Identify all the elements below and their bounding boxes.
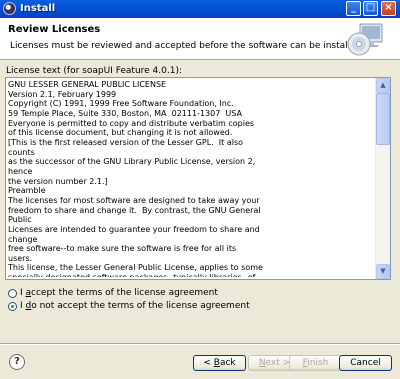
close-button[interactable]: × xyxy=(381,1,396,16)
license-line: as the successor of the GNU Library Publ… xyxy=(8,157,256,167)
help-icon[interactable]: ? xyxy=(9,354,25,370)
scroll-down-icon[interactable]: ▼ xyxy=(376,264,390,279)
accept-license-label[interactable]: I accept the terms of the license agreem… xyxy=(20,288,218,298)
license-line: Preamble xyxy=(8,186,46,196)
license-line: free software--to make sure the software… xyxy=(8,244,237,254)
maximize-button[interactable]: □ xyxy=(363,1,378,16)
license-line: Public xyxy=(8,215,32,225)
window-title: Install xyxy=(20,3,56,14)
cancel-button[interactable]: Cancel xyxy=(339,355,392,371)
license-text: GNU LESSER GENERAL PUBLIC LICENSE Version… xyxy=(8,80,373,277)
page-description: Licenses must be reviewed and accepted b… xyxy=(10,41,365,51)
license-line: of this license document, but changing i… xyxy=(8,128,233,138)
license-line: Licenses are intended to guarantee your … xyxy=(8,224,260,234)
license-line: The licenses for most software are desig… xyxy=(8,195,260,205)
license-line: hence xyxy=(8,166,33,176)
license-label: License text (for soapUI Feature 4.0.1): xyxy=(6,66,183,76)
eclipse-icon xyxy=(3,2,16,15)
license-line: This license, the Lesser General Public … xyxy=(8,263,263,273)
install-cd-icon xyxy=(347,23,383,56)
title-bar: Install _ □ × xyxy=(0,0,400,18)
radio-button-icon[interactable] xyxy=(8,302,17,311)
separator xyxy=(0,343,400,345)
license-line: 59 Temple Place, Suite 330, Boston, MA 0… xyxy=(8,108,242,118)
license-line: specially designated software packages--… xyxy=(8,273,373,277)
back-button[interactable]: < Back xyxy=(193,355,246,371)
license-line: Everyone is permitted to copy and distri… xyxy=(8,118,255,128)
license-line: [This is the first released version of t… xyxy=(8,137,244,147)
license-line: the version number 2.1.] xyxy=(8,176,108,186)
wizard-header: Review Licenses Licenses must be reviewe… xyxy=(0,18,400,60)
vertical-scrollbar[interactable]: ▲ ▼ xyxy=(375,78,390,279)
license-line: Copyright (C) 1991, 1999 Free Software F… xyxy=(8,99,234,109)
license-line: change xyxy=(8,234,38,244)
license-line: freedom to share and change it. By contr… xyxy=(8,205,261,215)
finish-button[interactable]: Finish xyxy=(289,355,342,371)
scroll-up-icon[interactable]: ▲ xyxy=(376,78,390,93)
license-line: users. xyxy=(8,253,33,263)
page-title: Review Licenses xyxy=(8,24,101,35)
minimize-button[interactable]: _ xyxy=(346,1,361,16)
license-text-area[interactable]: GNU LESSER GENERAL PUBLIC LICENSE Version… xyxy=(5,77,391,280)
radio-button-icon[interactable] xyxy=(8,289,17,298)
license-line: counts xyxy=(8,147,35,157)
scroll-thumb[interactable] xyxy=(376,93,390,145)
license-line: Version 2.1, February 1999 xyxy=(8,89,117,99)
decline-license-label[interactable]: I do not accept the terms of the license… xyxy=(20,301,250,311)
license-line: GNU LESSER GENERAL PUBLIC LICENSE xyxy=(8,80,167,89)
